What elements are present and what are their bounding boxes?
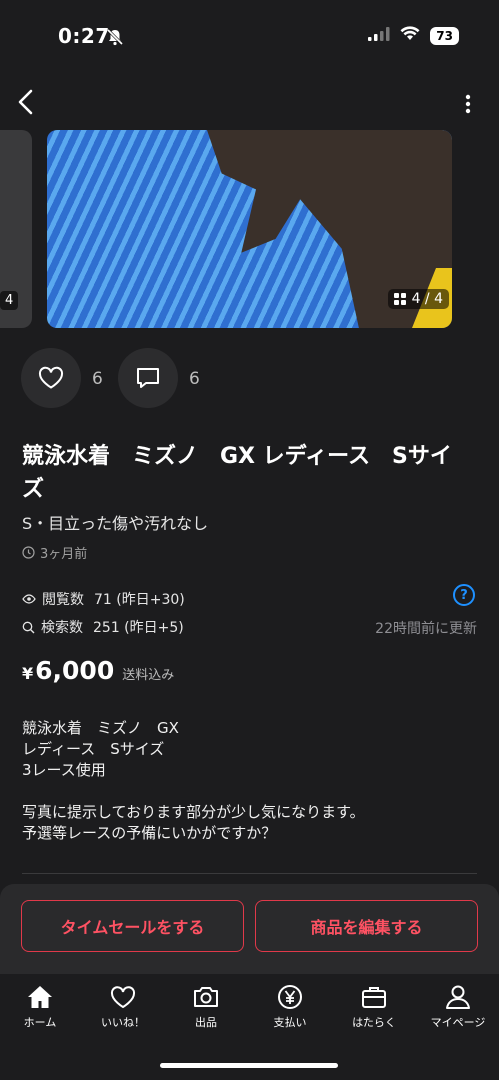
comment-button[interactable] — [118, 348, 178, 408]
photo-previous[interactable]: 4 — [0, 130, 32, 328]
description-line: 予選等レースの予備にいかがですか？ — [22, 824, 277, 842]
tab-work[interactable]: はたらく — [334, 984, 414, 1030]
price-block: ¥ 6,000 送料込み — [22, 656, 174, 685]
heart-icon — [110, 986, 136, 1009]
signal-icon — [368, 26, 390, 45]
tab-sell[interactable]: 出品 — [166, 984, 246, 1030]
person-icon — [446, 985, 470, 1009]
status-time: 0:27 — [58, 24, 110, 48]
briefcase-icon — [362, 987, 386, 1008]
search-stat: 検索数 251 (昨日+5) — [22, 617, 184, 637]
item-title: 競泳水着 ミズノ GX レディース Sサイズ — [22, 444, 452, 502]
tab-home[interactable]: ホーム — [0, 984, 80, 1030]
search-icon — [22, 621, 35, 633]
tab-label: はたらく — [352, 1016, 396, 1029]
updated-time: 22時間前に更新 — [375, 621, 477, 637]
photo-counter-badge[interactable]: 4 / 4 — [387, 289, 449, 309]
photo-prev-counter: 4 — [0, 291, 19, 310]
timesale-button[interactable]: タイムセールをする — [21, 900, 244, 952]
yen-icon — [278, 985, 302, 1009]
views-value: 71 (昨日+30) — [94, 592, 185, 608]
description-line: レディース Sサイズ — [22, 740, 165, 758]
comment-count: 6 — [189, 369, 200, 389]
views-label: 閲覧数 — [42, 592, 84, 608]
price-symbol: ¥ — [22, 664, 34, 683]
more-vertical-icon — [465, 94, 471, 114]
clock-icon — [22, 546, 35, 559]
searches-label: 検索数 — [41, 620, 83, 636]
views-stat: 閲覧数 71 (昨日+30) — [22, 589, 185, 609]
back-button[interactable] — [14, 88, 38, 116]
eye-icon — [22, 594, 36, 604]
comment-icon — [137, 368, 159, 388]
mute-icon — [106, 28, 124, 50]
price-amount: 6,000 — [35, 656, 115, 685]
posted-time-text: 3ヶ月前 — [40, 547, 88, 562]
shipping-label: 送料込み — [122, 668, 175, 683]
description-line — [22, 781, 477, 802]
item-description: 競泳水着 ミズノ GX レディース Sサイズ 3レース使用 写真に提示しておりま… — [22, 718, 477, 844]
item-condition: S・目立った傷や汚れなし — [22, 514, 209, 533]
tab-label: マイページ — [430, 1016, 486, 1029]
like-button[interactable] — [21, 348, 81, 408]
battery-indicator: 73 — [430, 26, 459, 45]
like-count: 6 — [92, 369, 103, 389]
tab-mypage[interactable]: マイページ — [418, 984, 498, 1030]
help-icon[interactable]: ? — [453, 584, 475, 606]
grid-icon — [393, 293, 406, 305]
tab-payment[interactable]: 支払い — [250, 984, 330, 1030]
photo-counter: 4 / 4 — [411, 291, 443, 307]
chevron-left-icon — [18, 89, 33, 115]
divider — [22, 873, 477, 874]
tab-label: いいね！ — [101, 1016, 145, 1029]
tab-label: ホーム — [23, 1016, 57, 1029]
more-menu-button[interactable] — [465, 94, 471, 114]
tab-likes[interactable]: いいね！ — [83, 984, 163, 1030]
tab-label: 出品 — [195, 1016, 217, 1029]
description-line: 写真に提示しております部分が少し気になります。 — [22, 803, 365, 821]
heart-icon — [38, 366, 64, 389]
description-line: 競泳水着 ミズノ GX — [22, 719, 179, 737]
camera-icon — [194, 987, 218, 1007]
home-indicator — [160, 1063, 338, 1068]
description-line: 3レース使用 — [22, 761, 106, 779]
home-icon — [28, 986, 52, 1008]
edit-item-button[interactable]: 商品を編集する — [255, 900, 478, 952]
wifi-icon — [400, 26, 420, 45]
tab-label: 支払い — [273, 1016, 307, 1029]
posted-time: 3ヶ月前 — [22, 543, 87, 562]
searches-value: 251 (昨日+5) — [93, 620, 184, 636]
